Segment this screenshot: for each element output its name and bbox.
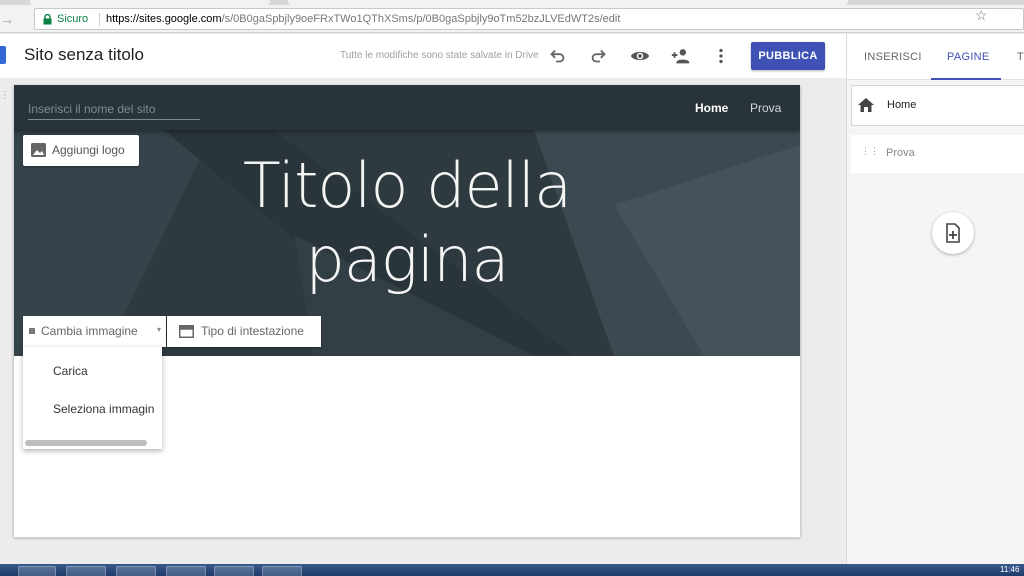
canvas-divider	[14, 537, 800, 538]
dropdown-arrow-icon: ▾	[157, 325, 162, 334]
nav-item-prova[interactable]: Prova	[750, 101, 781, 115]
redo-icon[interactable]	[588, 45, 610, 67]
site-name-input[interactable]	[28, 98, 200, 120]
tab-pages[interactable]: PAGINE	[947, 51, 990, 63]
url-host: https://sites.google.com	[106, 13, 222, 25]
hero-header[interactable]: Home Prova Aggiungi logo Titolo della pa…	[14, 85, 800, 356]
more-vert-icon[interactable]	[710, 45, 732, 67]
url-text[interactable]: https://sites.google.com/s/0B0gaSpbjly9o…	[106, 13, 620, 25]
saved-status: Tutte le modifiche sono state salvate in…	[340, 50, 539, 61]
header-type-label: Tipo di intestazione	[201, 324, 304, 338]
taskbar-clock: 11:46	[1000, 565, 1020, 574]
page-canvas: Home Prova Aggiungi logo Titolo della pa…	[14, 85, 800, 537]
taskbar-explorer-icon[interactable]	[66, 566, 106, 576]
menu-horizontal-scrollbar[interactable]	[25, 440, 147, 446]
forward-arrow-icon[interactable]: →	[0, 12, 14, 26]
page-list-item-prova[interactable]: ⋮⋮ Prova	[851, 135, 1024, 173]
taskbar-ie-icon[interactable]	[18, 566, 56, 576]
taskbar-media-icon[interactable]	[116, 566, 156, 576]
taskbar-paint-icon[interactable]	[262, 566, 302, 576]
sites-logo-icon[interactable]	[0, 46, 6, 64]
url-divider	[99, 13, 100, 26]
site-nav-bar: Home Prova	[14, 85, 800, 130]
new-page-button[interactable]	[932, 212, 974, 254]
page-prova-label: Prova	[886, 147, 915, 159]
drag-handle-icon[interactable]: ⋮	[0, 90, 10, 101]
page-list-item-home[interactable]: Home	[851, 85, 1024, 126]
change-image-menu: Carica Seleziona immagin	[23, 347, 162, 449]
preview-eye-icon[interactable]	[629, 45, 651, 67]
add-person-icon[interactable]	[670, 45, 692, 67]
taskbar-powerpoint-icon[interactable]	[214, 566, 254, 576]
undo-icon[interactable]	[546, 45, 568, 67]
url-path: /s/0B0gaSpbjly9oeFRxTWo1QThXSms/p/0B0gaS…	[221, 13, 621, 25]
tab-themes[interactable]: T	[1017, 51, 1024, 63]
drag-handle-icon[interactable]: ⋮⋮	[861, 147, 879, 156]
image-small-icon	[29, 328, 35, 334]
panel-tab-bar: INSERISCI PAGINE T	[847, 34, 1024, 80]
change-image-button[interactable]: Cambia immagine ▾	[23, 316, 166, 347]
address-bar[interactable]: Sicuro https://sites.google.com/s/0B0gaS…	[34, 8, 1024, 30]
lock-icon	[43, 14, 52, 25]
taskbar-chrome-icon[interactable]	[166, 566, 206, 576]
bookmark-star-icon[interactable]: ☆	[975, 7, 988, 24]
menu-item-select-image[interactable]: Seleziona immagin	[53, 402, 154, 416]
secure-label: Sicuro	[57, 13, 89, 25]
site-title[interactable]: Sito senza titolo	[24, 45, 144, 65]
menu-item-upload[interactable]: Carica	[53, 364, 88, 378]
tab-insert[interactable]: INSERISCI	[864, 51, 922, 63]
os-taskbar: 11:46	[0, 564, 1024, 576]
app-header: Sito senza titolo Tutte le modifiche son…	[0, 34, 846, 78]
header-layout-icon	[179, 325, 194, 338]
publish-button[interactable]: PUBBLICA	[751, 42, 825, 70]
page-title-line-2[interactable]: pagina	[14, 223, 800, 297]
side-panel: INSERISCI PAGINE T Home ⋮⋮ Prova	[846, 34, 1024, 564]
home-icon	[858, 98, 874, 112]
change-image-label: Cambia immagine	[41, 324, 138, 338]
header-type-button[interactable]: Tipo di intestazione	[167, 316, 321, 347]
new-page-icon	[946, 223, 960, 243]
page-home-label: Home	[887, 99, 917, 111]
page-title-line-1[interactable]: Titolo della	[14, 149, 800, 223]
browser-toolbar: → Sicuro https://sites.google.com/s/0B0g…	[0, 5, 1024, 33]
nav-item-home[interactable]: Home	[695, 101, 728, 115]
active-tab-indicator	[931, 78, 1001, 80]
